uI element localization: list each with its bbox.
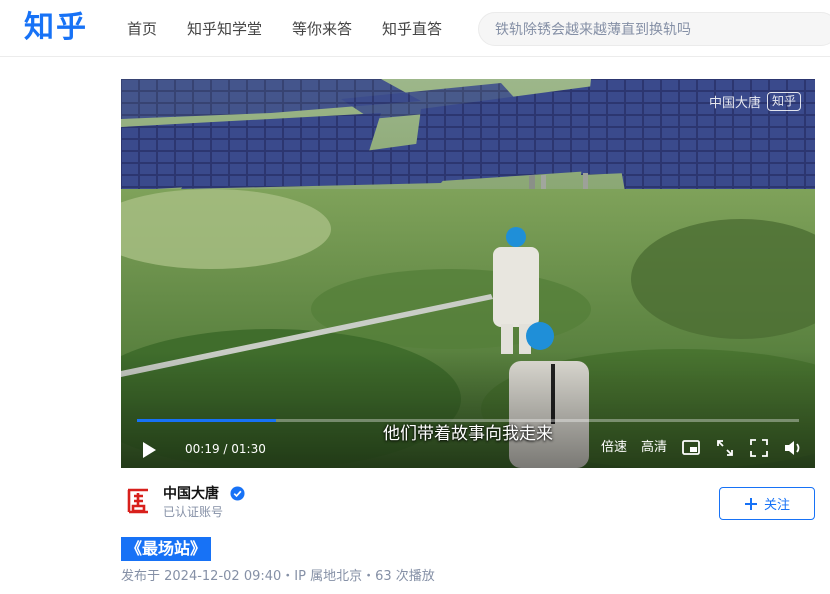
- fullscreen-icon[interactable]: [749, 438, 769, 458]
- nav-home[interactable]: 首页: [127, 18, 157, 40]
- picture-in-picture-icon[interactable]: [681, 438, 701, 458]
- video-watermark: 中国大唐 知乎: [709, 92, 801, 111]
- watermark-text: 中国大唐: [708, 96, 761, 111]
- progress-bar-fill: [137, 419, 277, 422]
- verified-badge-icon: [230, 486, 245, 501]
- web-fullscreen-icon[interactable]: [715, 438, 735, 458]
- follow-button[interactable]: 关注: [719, 487, 815, 520]
- search-box[interactable]: 铁轨除锈会越来越薄直到换轨吗: [478, 12, 830, 46]
- plus-icon: [744, 497, 757, 510]
- nav-waiting-answer[interactable]: 等你来答: [292, 18, 352, 40]
- time-display: 00:19 / 01:30: [185, 442, 266, 456]
- progress-bar[interactable]: [137, 419, 799, 422]
- post-meta: 发布于 2024-12-02 09:40・IP 属地北京・63 次播放: [121, 569, 435, 584]
- zhihu-logo[interactable]: 知乎: [24, 9, 88, 47]
- play-icon[interactable]: [139, 440, 159, 460]
- top-header: 知乎 首页 知乎知学堂 等你来答 知乎直答 铁轨除锈会越来越薄直到换轨吗: [0, 0, 830, 57]
- watermark-badge: 知乎: [766, 92, 801, 111]
- follow-button-label: 关注: [763, 498, 790, 513]
- post-title: 《最场站》: [121, 537, 212, 561]
- volume-icon[interactable]: [783, 438, 803, 458]
- video-controls: 00:19 / 01:30 倍速 高清: [121, 435, 815, 463]
- video-frame: [121, 79, 815, 468]
- video-player[interactable]: 中国大唐 知乎 他们带着故事向我走来 00:19 / 01:30 倍速 高清: [121, 79, 815, 468]
- author-verified-label: 已认证账号: [163, 505, 224, 519]
- author-name[interactable]: 中国大唐: [163, 485, 219, 503]
- speed-button[interactable]: 倍速: [601, 438, 627, 458]
- author-avatar[interactable]: [121, 484, 155, 518]
- nav-zhida[interactable]: 知乎直答: [382, 18, 442, 40]
- quality-button[interactable]: 高清: [641, 438, 667, 458]
- controls-right: 倍速 高清: [601, 438, 803, 458]
- main-nav: 首页 知乎知学堂 等你来答 知乎直答: [127, 18, 442, 40]
- search-input[interactable]: 铁轨除锈会越来越薄直到换轨吗: [495, 20, 691, 40]
- nav-zhixuetang[interactable]: 知乎知学堂: [187, 18, 262, 40]
